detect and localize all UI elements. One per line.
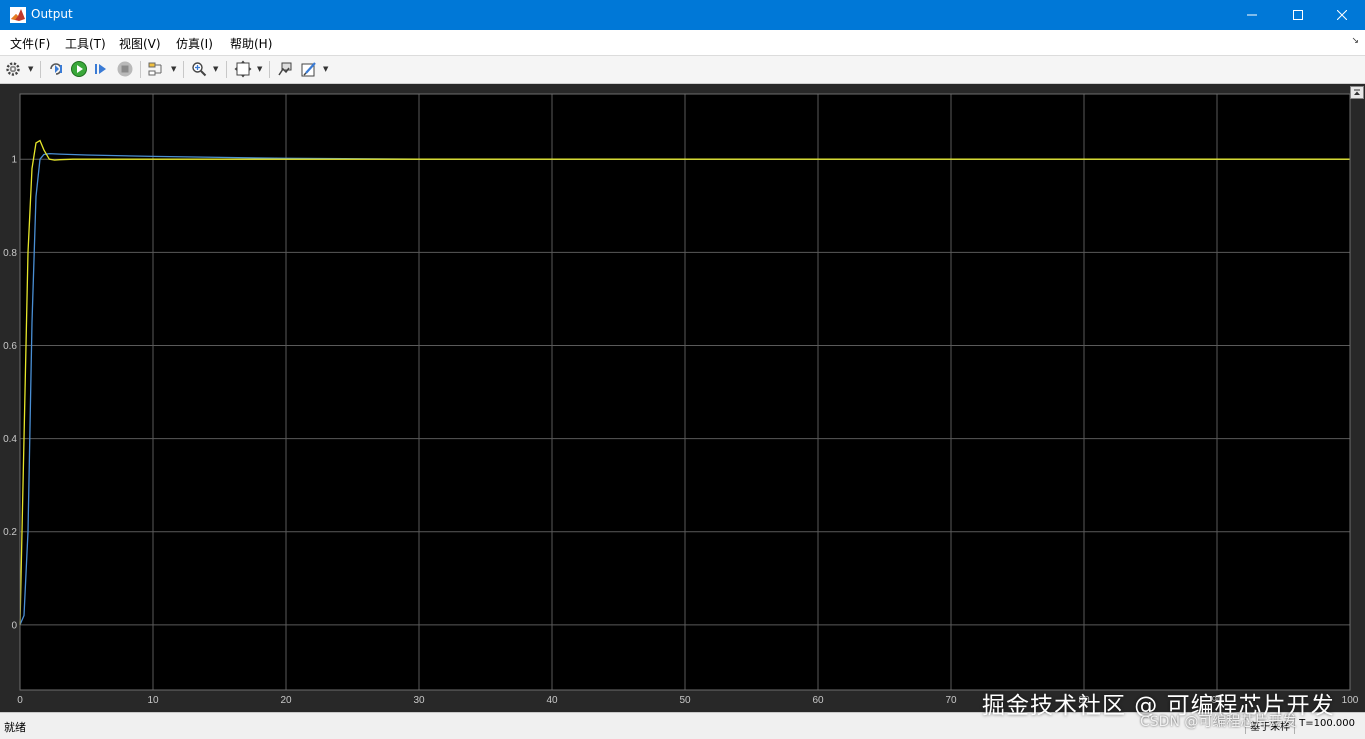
toolbar-separator: [40, 61, 41, 78]
x-tick-label: 0: [17, 695, 23, 706]
autoscale-button[interactable]: [234, 60, 252, 78]
y-tick-labels: 0 0.2 0.4 0.6 0.8 1: [3, 155, 17, 632]
close-button[interactable]: [1319, 0, 1365, 30]
stop-icon: [117, 61, 133, 77]
stop-button[interactable]: [116, 60, 134, 78]
toolbar: ▼ ▼ ▼ ▼ ▼: [0, 56, 1365, 84]
restore-button[interactable]: [277, 60, 293, 78]
y-tick-label: 0.6: [3, 341, 17, 352]
step-back-button[interactable]: [48, 60, 66, 78]
x-tick-label: 40: [546, 695, 558, 706]
style-button[interactable]: [300, 60, 318, 78]
minimize-icon: [1247, 14, 1257, 16]
matlab-logo-icon: [10, 7, 26, 23]
scope-display: 0 0.2 0.4 0.6 0.8 1 0 10 20 30 40 50 60 70 80 90 100: [0, 84, 1365, 712]
x-tick-label: 50: [679, 695, 691, 706]
menu-tools[interactable]: 工具(T): [65, 35, 106, 52]
menu-file[interactable]: 文件(F): [10, 35, 50, 52]
menu-simulation[interactable]: 仿真(I): [176, 35, 213, 52]
window-title: Output: [31, 7, 73, 21]
menu-bar: 文件(F) 工具(T) 视图(V) 仿真(I) 帮助(H) ↘: [0, 30, 1365, 56]
y-tick-label: 0.4: [3, 434, 17, 445]
maximize-icon: [1293, 10, 1303, 20]
autoscale-icon: [234, 60, 252, 78]
x-tick-label: 20: [280, 695, 292, 706]
y-tick-label: 0.2: [3, 527, 17, 538]
step-forward-button[interactable]: [93, 60, 109, 78]
step-back-icon: [50, 63, 62, 75]
step-forward-icon: [95, 64, 106, 74]
toolbar-separator: [226, 61, 227, 78]
chevron-down-icon[interactable]: ▼: [213, 65, 218, 73]
chevron-down-icon[interactable]: ▼: [28, 65, 33, 73]
settings-button[interactable]: [5, 60, 21, 78]
toolbar-separator: [269, 61, 270, 78]
x-tick-label: 30: [413, 695, 425, 706]
y-tick-label: 1: [11, 155, 17, 166]
x-tick-label: 70: [945, 695, 957, 706]
chevron-down-icon[interactable]: ▼: [323, 65, 328, 73]
toolbar-separator: [140, 61, 141, 78]
zoom-icon: [192, 62, 207, 77]
watermark-csdn: CSDN @可编程芯片开发: [1140, 714, 1297, 730]
chevron-down-icon[interactable]: ▼: [257, 65, 262, 73]
undock-button[interactable]: [1350, 86, 1364, 99]
zoom-button[interactable]: [191, 60, 207, 78]
run-button[interactable]: [70, 60, 88, 78]
x-tick-label: 10: [147, 695, 159, 706]
chevron-down-icon[interactable]: ▼: [171, 65, 176, 73]
close-icon: [1337, 10, 1347, 20]
menu-help[interactable]: 帮助(H): [230, 35, 272, 52]
highlight-icon: [148, 62, 162, 76]
undock-icon: [1354, 89, 1360, 95]
x-tick-label: 60: [812, 695, 824, 706]
style-icon: [301, 62, 316, 77]
restore-icon: [278, 62, 292, 76]
status-text: 就绪: [4, 721, 26, 734]
menu-view[interactable]: 视图(V): [119, 35, 161, 52]
highlight-button[interactable]: [147, 60, 165, 78]
toolbar-separator: [183, 61, 184, 78]
maximize-button[interactable]: [1275, 0, 1321, 30]
run-icon: [71, 61, 87, 77]
x-tick-label: 100: [1342, 695, 1359, 706]
minimize-button[interactable]: [1229, 0, 1275, 30]
scope-plot: 00.20.40.60.81 0 10 20 30 40 50 60 70 80 90 100: [3, 93, 1359, 706]
y-tick-label: 0: [11, 620, 17, 631]
title-bar: Output: [0, 0, 1365, 30]
y-tick-label: 0.8: [3, 248, 17, 259]
pin-icon[interactable]: ↘: [1351, 36, 1359, 46]
gear-icon: [6, 62, 20, 76]
